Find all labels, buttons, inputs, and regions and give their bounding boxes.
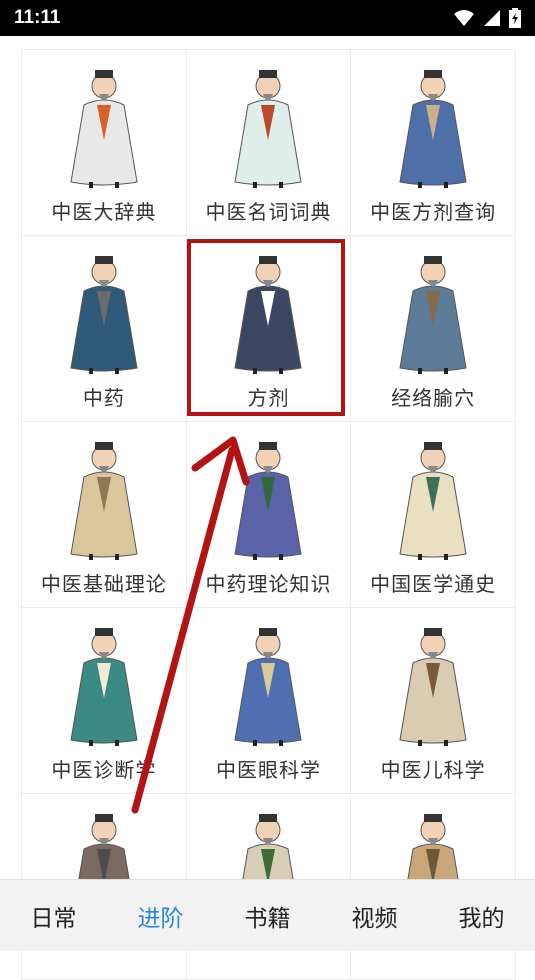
- sage-icon: [399, 256, 467, 374]
- sage-icon: [234, 70, 303, 188]
- grid-item-label: 中医名词词典: [205, 200, 332, 224]
- grid-item[interactable]: 中药理论知识: [186, 422, 351, 607]
- grid-item[interactable]: 中医基础理论: [22, 422, 186, 607]
- category-grid: 中医大辞典 中医名词词典 中医方剂查询中药 方剂 经络腧穴中医基础理论 中药理论知识 中国医…: [21, 49, 516, 980]
- sage-icon: [70, 442, 138, 560]
- grid-item[interactable]: 中医方剂查询: [351, 50, 515, 235]
- sage-icon: [399, 628, 467, 746]
- signal-icon: [484, 10, 500, 26]
- grid-item[interactable]: 方剂: [186, 236, 351, 421]
- grid-item-label: 中药理论知识: [205, 572, 332, 596]
- nav-item-2[interactable]: 书籍: [245, 899, 291, 933]
- battery-icon: [509, 8, 521, 28]
- grid-item[interactable]: 中医名词词典: [186, 50, 351, 235]
- bottom-nav: 日常 进阶 书籍 视频 我的: [0, 879, 535, 951]
- grid-item[interactable]: 中医眼科学: [186, 608, 351, 793]
- grid-item-label: 中医儿科学: [380, 758, 486, 782]
- herbalist-icon: [70, 256, 138, 374]
- nav-item-1[interactable]: 进阶: [138, 899, 184, 933]
- wifi-icon: [454, 10, 474, 26]
- grid-item-label: 中医基础理论: [40, 572, 167, 596]
- sage-icon: [234, 628, 303, 746]
- grid-item-label: 方剂: [247, 386, 290, 410]
- nav-item-0[interactable]: 日常: [31, 899, 77, 933]
- grid-item[interactable]: 中医诊断学: [22, 608, 186, 793]
- sage-icon: [399, 70, 467, 188]
- grid-item-label: 中医方剂查询: [370, 200, 497, 224]
- status-time: 11:11: [14, 7, 61, 28]
- sage-icon: [70, 628, 138, 746]
- grid-item[interactable]: 中医大辞典: [22, 50, 186, 235]
- sage-icon: [399, 442, 467, 560]
- herbalist-icon: [234, 256, 303, 374]
- nav-item-3[interactable]: 视频: [352, 899, 398, 933]
- grid-item-label: 中国医学通史: [370, 572, 497, 596]
- grid-item-label: 中医大辞典: [51, 200, 157, 224]
- grid-item-label: 中医诊断学: [51, 758, 157, 782]
- grid-item[interactable]: 经络腧穴: [351, 236, 515, 421]
- grid-item-label: 中医眼科学: [215, 758, 321, 782]
- grid-item[interactable]: 中国医学通史: [351, 422, 515, 607]
- status-icons: [453, 8, 521, 28]
- sage-icon: [70, 70, 138, 188]
- grid-item-label: 经络腧穴: [391, 386, 476, 410]
- nav-item-4[interactable]: 我的: [459, 899, 505, 933]
- status-bar: 11:11: [0, 0, 535, 36]
- sage-icon: [234, 442, 303, 560]
- grid-item[interactable]: 中医儿科学: [351, 608, 515, 793]
- grid-item-label: 中药: [82, 386, 125, 410]
- grid-item[interactable]: 中药: [22, 236, 186, 421]
